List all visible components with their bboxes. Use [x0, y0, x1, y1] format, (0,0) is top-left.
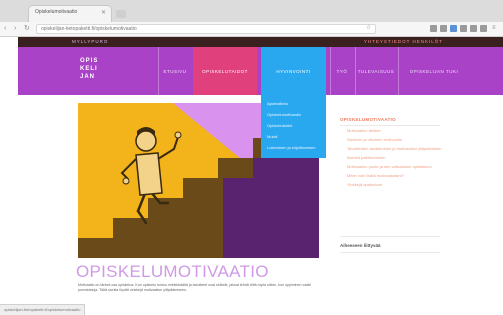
page-title: OPISKELUMOTIVAATIO [76, 262, 269, 281]
logo-line: OPIS [80, 58, 99, 64]
nav-item-hyvinvointi[interactable]: HYVINVOINTI [261, 47, 326, 95]
extension-icon[interactable] [450, 25, 457, 32]
nav-item-label: TULEVAISUUS [357, 68, 395, 74]
nav-item-label: ETUSIVU [163, 68, 187, 74]
star-icon[interactable]: ☆ [366, 25, 373, 32]
aside-link[interactable]: Tavoitteiden asettaminen ja motivaation … [347, 146, 457, 151]
nav-item-opiskelutaidot[interactable]: OPISKELUTAIDOT [193, 47, 257, 95]
main-navigation: OPIS KELI JAN ETUSIVU OPISKELUTAIDOT HYV… [18, 47, 503, 95]
article-intro: Motivaatio on tärkeä osa opiskelua. Kun … [78, 283, 311, 292]
logo-line: KELI [80, 66, 98, 72]
nav-item-label: HYVINVOINTI [276, 68, 311, 74]
extension-icon[interactable] [440, 25, 447, 32]
nav-item-etusivu[interactable]: ETUSIVU [158, 47, 191, 95]
address-bar[interactable]: opiskelijan-tietopaketti.fi/opiskelumoti… [36, 24, 376, 34]
aside-divider [340, 252, 440, 253]
extension-icon[interactable] [430, 25, 437, 32]
aside-subtitle: Aiheeseen liittyvää [340, 243, 381, 248]
aside-link[interactable]: Sisäinen ja ulkoinen motivaatio [347, 137, 457, 142]
nav-item-label: OPISKELUTAIDOT [202, 68, 248, 74]
tab-close-icon[interactable]: ✕ [101, 9, 106, 16]
dropdown-item[interactable]: Opiskelumotivaatio [267, 112, 326, 117]
new-tab-button[interactable] [116, 10, 126, 18]
site-logo[interactable]: OPIS KELI JAN [80, 57, 128, 85]
browser-tab[interactable]: Opiskelumotivaatio ✕ [28, 5, 112, 22]
aside-title: OPISKELUMOTIVAATIO [340, 117, 396, 122]
nav-item-label: TYÖ [336, 68, 348, 74]
nav-item-label: OPISKELIJAN TUKI [409, 68, 459, 74]
site-topbar: MYLLYPURO YHTEYSTIEDOT HENKILÖT [18, 37, 503, 47]
back-arrow-icon[interactable]: ‹ [4, 25, 11, 32]
aside-link-list: Motivaation lähteet Sisäinen ja ulkoinen… [347, 128, 457, 191]
aside-link[interactable]: Miten voin lisätä motivaatiotani? [347, 173, 457, 178]
nav-dropdown-menu: Ajanhallinta Opiskelumotivaatio Opiskelu… [261, 95, 326, 158]
nav-item-tulevaisuus[interactable]: TULEVAISUUS [355, 47, 396, 95]
dropdown-item[interactable]: Opiskelutaidot [267, 123, 326, 128]
tab-title: Opiskelumotivaatio [35, 9, 78, 15]
dropdown-item[interactable]: Muisti [267, 134, 326, 139]
browser-toolbar: ‹ › ↻ opiskelijan-tietopaketti.fi/opiske… [0, 22, 503, 37]
aside-link[interactable]: Itsensä palkitseminen [347, 155, 457, 160]
browser-tab-strip: Opiskelumotivaatio ✕ [0, 0, 503, 23]
reload-icon[interactable]: ↻ [24, 25, 31, 32]
aside-link[interactable]: Motivaation lähteet [347, 128, 457, 133]
aside-divider [340, 125, 440, 126]
topbar-right-link[interactable]: YHTEYSTIEDOT HENKILÖT [364, 39, 443, 44]
menu-icon[interactable]: ≡ [492, 25, 499, 32]
dropdown-item[interactable]: Ajanhallinta [267, 101, 326, 106]
extension-icon[interactable] [460, 25, 467, 32]
aside-link[interactable]: Motivaation puute ja sen vaikutukset opi… [347, 164, 457, 169]
nav-item-tyo[interactable]: TYÖ [330, 47, 353, 95]
logo-line: JAN [80, 74, 96, 80]
aside-link[interactable]: Vinkkejä opiskeluun [347, 182, 457, 187]
extension-icon[interactable] [470, 25, 477, 32]
extension-icon[interactable] [480, 25, 487, 32]
forward-arrow-icon[interactable]: › [14, 25, 21, 32]
aside-divider [340, 236, 440, 237]
topbar-left-link[interactable]: MYLLYPURO [72, 39, 108, 44]
browser-status-bar: opiskelijan-tietopaketti.fi/opiskelumoti… [0, 304, 86, 315]
dropdown-item[interactable]: Lukeminen ja kirjoittaminen [267, 145, 326, 150]
nav-item-opiskelijan-tuki[interactable]: OPISKELIJAN TUKI [398, 47, 469, 95]
